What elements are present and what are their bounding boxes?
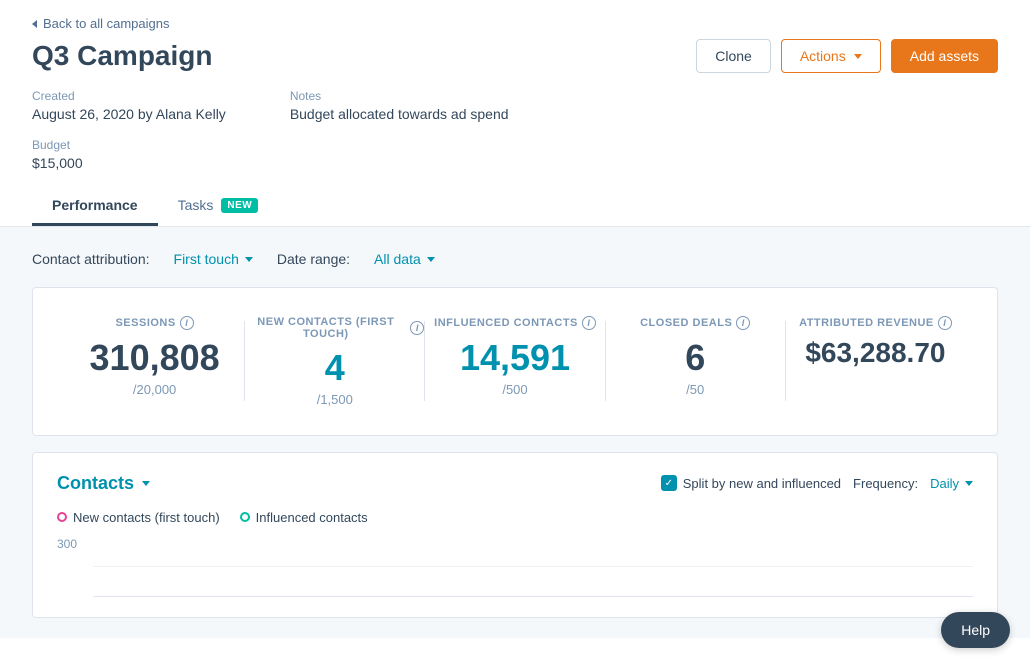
notes-value: Budget allocated towards ad spend — [290, 106, 509, 122]
contacts-title-chevron-icon — [142, 481, 150, 486]
legend-dot-influenced-contacts — [240, 512, 250, 522]
influenced-contacts-value: 14,591 — [460, 338, 570, 378]
new-contacts-header: NEW CONTACTS (FIRST TOUCH) i — [245, 316, 424, 340]
actions-label: Actions — [800, 48, 846, 64]
back-chevron-icon — [32, 20, 37, 28]
tasks-new-badge: NEW — [221, 198, 258, 213]
meta-row: Created August 26, 2020 by Alana Kelly N… — [32, 89, 998, 122]
stat-influenced-contacts: INFLUENCED CONTACTS i 14,591 /500 — [425, 316, 604, 397]
chart-area: 300 — [57, 537, 973, 597]
sessions-info-icon[interactable]: i — [180, 316, 194, 330]
stat-closed-deals: CLOSED DEALS i 6 /50 — [606, 316, 785, 397]
date-range-chevron-icon — [427, 257, 435, 262]
influenced-contacts-header: INFLUENCED CONTACTS i — [434, 316, 596, 330]
help-button[interactable]: Help — [941, 612, 1010, 648]
notes-meta: Notes Budget allocated towards ad spend — [290, 89, 509, 122]
budget-row: Budget $15,000 — [32, 138, 998, 171]
header-top-row: Q3 Campaign Clone Actions Add assets — [32, 39, 998, 73]
date-range-select[interactable]: All data — [374, 251, 435, 267]
frequency-value: Daily — [930, 476, 959, 491]
closed-deals-header: CLOSED DEALS i — [640, 316, 750, 330]
stat-attributed-revenue: ATTRIBUTED REVENUE i $63,288.70 — [786, 316, 965, 373]
actions-button[interactable]: Actions — [781, 39, 881, 73]
budget-meta: Budget $15,000 — [32, 138, 83, 171]
contact-attribution-label: Contact attribution: — [32, 251, 150, 267]
back-link[interactable]: Back to all campaigns — [32, 16, 998, 31]
closed-deals-sub: /50 — [686, 382, 704, 397]
page-wrapper: Back to all campaigns Q3 Campaign Clone … — [0, 0, 1030, 668]
attributed-revenue-info-icon[interactable]: i — [938, 316, 952, 330]
chart-card: Contacts ✓ Split by new and influenced F… — [32, 452, 998, 618]
created-label: Created — [32, 89, 226, 103]
budget-label: Budget — [32, 138, 83, 152]
split-checkbox-icon: ✓ — [661, 475, 677, 491]
legend-dot-new-contacts — [57, 512, 67, 522]
tab-performance-label: Performance — [52, 197, 138, 213]
date-range-value: All data — [374, 251, 421, 267]
contact-attribution-chevron-icon — [245, 257, 253, 262]
new-contacts-value: 4 — [325, 348, 345, 388]
budget-value: $15,000 — [32, 155, 83, 171]
split-checkbox[interactable]: ✓ Split by new and influenced — [661, 475, 841, 491]
influenced-contacts-sub: /500 — [502, 382, 527, 397]
attributed-revenue-header: ATTRIBUTED REVENUE i — [799, 316, 952, 330]
influenced-contacts-info-icon[interactable]: i — [582, 316, 596, 330]
back-link-text: Back to all campaigns — [43, 16, 169, 31]
closed-deals-value: 6 — [685, 338, 705, 378]
tab-tasks[interactable]: Tasks NEW — [158, 187, 279, 226]
chart-controls: ✓ Split by new and influenced Frequency:… — [661, 475, 973, 491]
tab-tasks-label: Tasks — [178, 197, 214, 213]
contact-attribution-select[interactable]: First touch — [174, 251, 253, 267]
date-range-label: Date range: — [277, 251, 350, 267]
filter-row: Contact attribution: First touch Date ra… — [32, 247, 998, 271]
split-label: Split by new and influenced — [683, 476, 841, 491]
attributed-revenue-value: $63,288.70 — [805, 338, 945, 369]
clone-button[interactable]: Clone — [696, 39, 771, 73]
sessions-value: 310,808 — [90, 338, 220, 378]
content-area: Contact attribution: First touch Date ra… — [0, 227, 1030, 638]
legend-influenced-contacts: Influenced contacts — [240, 510, 368, 525]
legend-row: New contacts (first touch) Influenced co… — [57, 510, 973, 525]
frequency-chevron-icon — [965, 481, 973, 486]
notes-label: Notes — [290, 89, 509, 103]
frequency-label: Frequency: — [853, 476, 918, 491]
legend-new-contacts-label: New contacts (first touch) — [73, 510, 220, 525]
frequency-select[interactable]: Daily — [930, 476, 973, 491]
created-meta: Created August 26, 2020 by Alana Kelly — [32, 89, 226, 122]
chart-card-header: Contacts ✓ Split by new and influenced F… — [57, 473, 973, 494]
header-actions: Clone Actions Add assets — [696, 39, 998, 73]
chart-yaxis: 300 — [57, 537, 77, 551]
contacts-chart-title[interactable]: Contacts — [57, 473, 150, 494]
stat-new-contacts: NEW CONTACTS (FIRST TOUCH) i 4 /1,500 — [245, 316, 424, 407]
new-contacts-sub: /1,500 — [317, 392, 353, 407]
chart-gridline — [93, 566, 973, 567]
legend-new-contacts: New contacts (first touch) — [57, 510, 220, 525]
sessions-header: SESSIONS i — [115, 316, 193, 330]
add-assets-button[interactable]: Add assets — [891, 39, 998, 73]
legend-influenced-contacts-label: Influenced contacts — [256, 510, 368, 525]
tabs-row: Performance Tasks NEW — [32, 187, 998, 226]
chart-baseline — [93, 596, 973, 597]
created-value: August 26, 2020 by Alana Kelly — [32, 106, 226, 122]
tab-performance[interactable]: Performance — [32, 187, 158, 226]
stats-card: SESSIONS i 310,808 /20,000 NEW CONTACTS … — [32, 287, 998, 436]
stat-sessions: SESSIONS i 310,808 /20,000 — [65, 316, 244, 397]
header-section: Back to all campaigns Q3 Campaign Clone … — [0, 0, 1030, 227]
actions-chevron-icon — [854, 54, 862, 59]
contact-attribution-value: First touch — [174, 251, 239, 267]
new-contacts-info-icon[interactable]: i — [410, 321, 424, 335]
closed-deals-info-icon[interactable]: i — [736, 316, 750, 330]
campaign-title: Q3 Campaign — [32, 40, 212, 72]
sessions-sub: /20,000 — [133, 382, 176, 397]
